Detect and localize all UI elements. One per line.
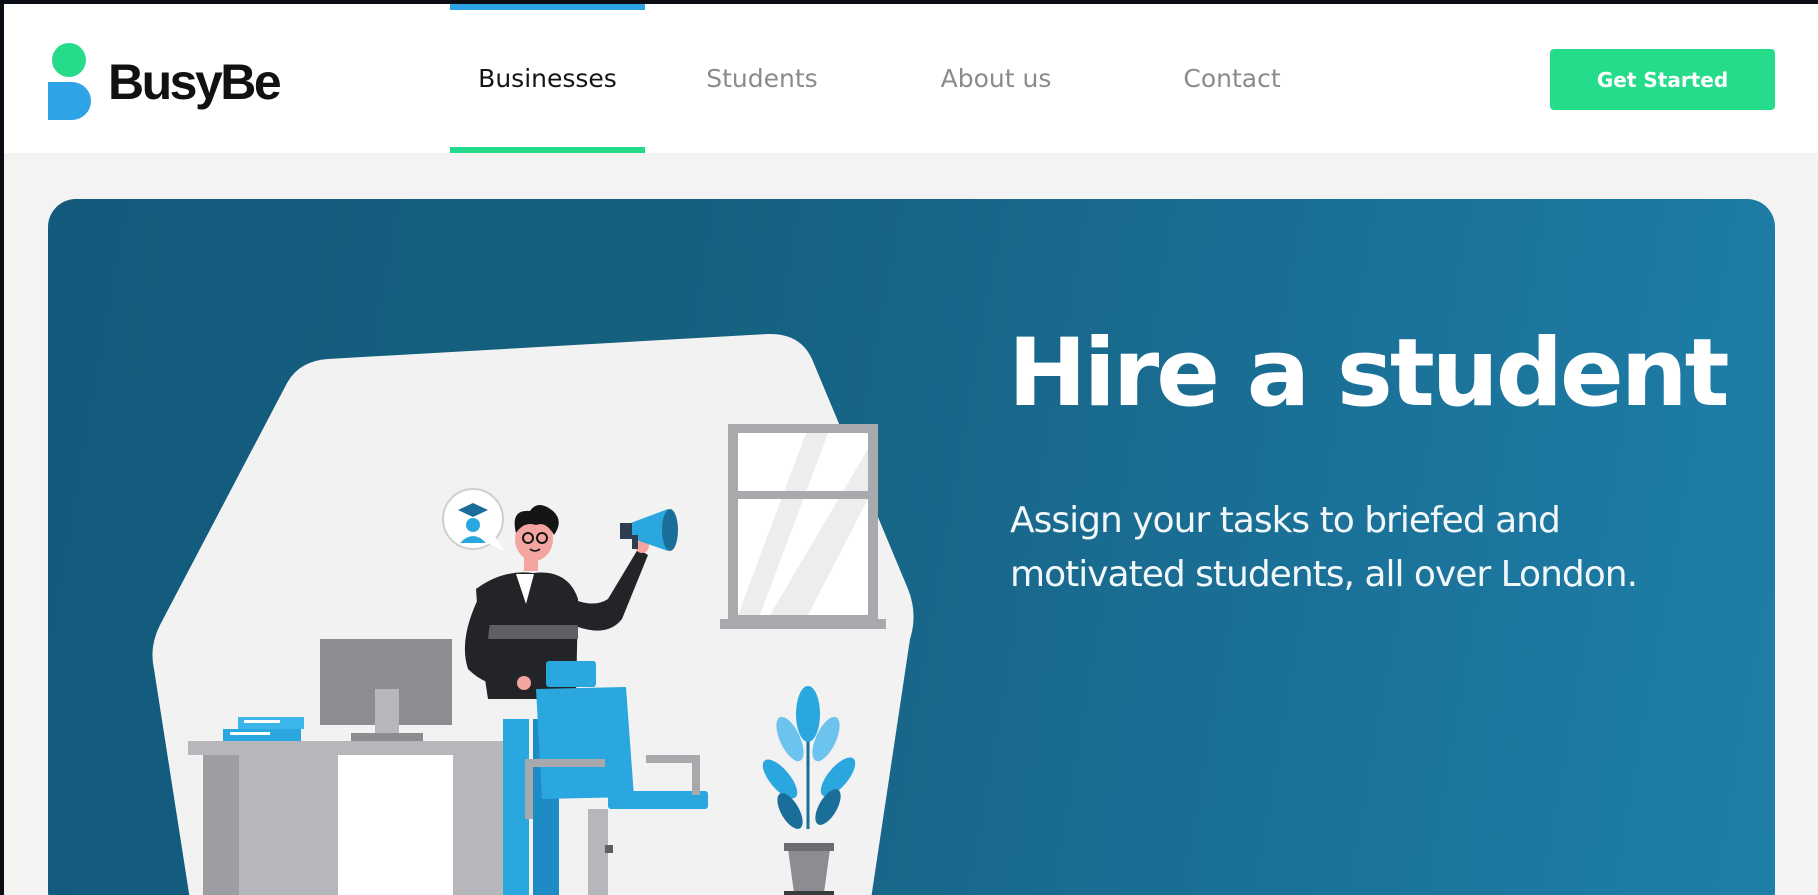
- nav-item-label: Students: [706, 64, 818, 93]
- nav-item-label: About us: [940, 64, 1052, 93]
- desk-icon: [188, 741, 518, 895]
- hero-subtitle: Assign your tasks to briefed and motivat…: [1010, 500, 1638, 595]
- window-icon: [720, 424, 886, 629]
- hero-illustration: [152, 333, 914, 895]
- site-header: BusyBe Businesses Students About us Cont…: [4, 4, 1818, 153]
- nav-item-label: Contact: [1183, 64, 1281, 93]
- brand-name: BusyBe: [108, 54, 282, 110]
- nav-item-students[interactable]: Students: [702, 4, 822, 153]
- nav-item-label: Businesses: [478, 64, 617, 93]
- hero-title: Hire a student: [1008, 319, 1730, 428]
- brand-logo[interactable]: BusyBe: [48, 42, 282, 122]
- student-graduate-icon: [442, 488, 504, 551]
- get-started-button[interactable]: Get Started: [1550, 49, 1775, 110]
- nav-item-businesses[interactable]: Businesses: [450, 4, 645, 153]
- nav-item-contact[interactable]: Contact: [1172, 4, 1292, 153]
- nav-item-about-us[interactable]: About us: [934, 4, 1058, 153]
- hero-banner: Hire a student Assign your tasks to brie…: [48, 199, 1775, 895]
- busybe-logo-icon: [48, 43, 91, 120]
- browser-viewport: BusyBe Businesses Students About us Cont…: [4, 4, 1818, 895]
